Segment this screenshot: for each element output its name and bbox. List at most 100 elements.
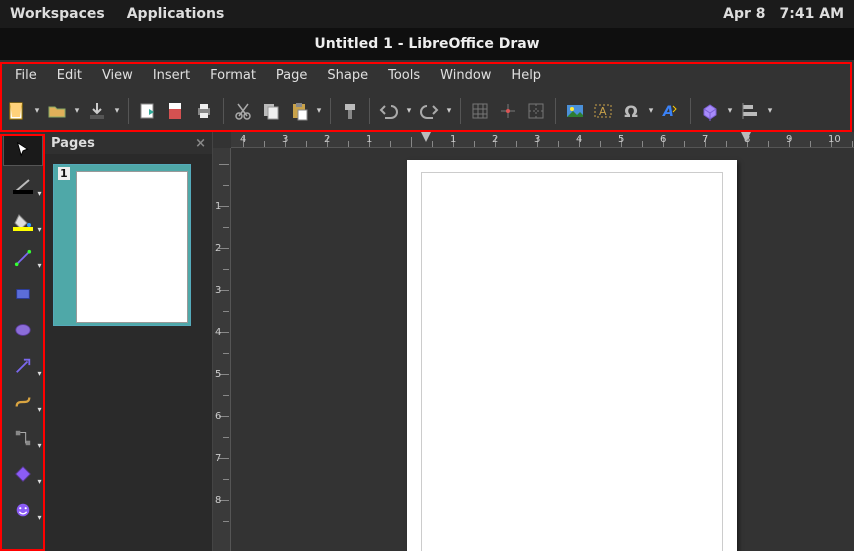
select-tool[interactable]: [3, 134, 43, 166]
undo-button[interactable]: [376, 98, 402, 124]
align-dropdown[interactable]: ▾: [765, 106, 775, 116]
rectangle-tool[interactable]: [3, 278, 43, 310]
line-color-icon: [13, 178, 33, 194]
save-button[interactable]: [84, 98, 110, 124]
menu-edit[interactable]: Edit: [48, 64, 91, 87]
vruler-label: 2: [215, 243, 221, 254]
hruler-label: 4: [576, 134, 582, 145]
standard-toolbar: ▾ ▾ ▾ ▾ ▾ ▾: [0, 90, 854, 132]
line-tool[interactable]: ▾: [3, 242, 43, 274]
drawing-canvas[interactable]: [231, 148, 854, 551]
symbol-shapes-icon: [14, 501, 32, 519]
svg-text:A: A: [662, 104, 674, 120]
main-area: ▾ ▾ ▾ ▾ ▾ ▾ ▾: [0, 132, 854, 551]
arrow-line-tool[interactable]: ▾: [3, 350, 43, 382]
align-button[interactable]: [737, 98, 763, 124]
menu-window[interactable]: Window: [431, 64, 500, 87]
special-char-dropdown[interactable]: ▾: [646, 106, 656, 116]
snap-helplines-icon: [498, 101, 518, 121]
print-button[interactable]: [191, 98, 217, 124]
hruler-label: 3: [282, 134, 288, 145]
export-icon: [138, 101, 158, 121]
menu-view[interactable]: View: [93, 64, 142, 87]
menu-format[interactable]: Format: [201, 64, 265, 87]
line-color-tool[interactable]: ▾: [3, 170, 43, 202]
page-thumbnail-1[interactable]: 1: [53, 164, 191, 326]
pages-panel-title: Pages: [51, 136, 95, 151]
new-dropdown[interactable]: ▾: [32, 106, 42, 116]
paste-dropdown[interactable]: ▾: [314, 106, 324, 116]
text-box-button[interactable]: A: [590, 98, 616, 124]
undo-icon: [379, 101, 399, 121]
vruler-label: 7: [215, 453, 221, 464]
line-icon: [14, 249, 32, 267]
connector-tool[interactable]: ▾: [3, 422, 43, 454]
basic-shapes-icon: [14, 465, 32, 483]
system-time: 7:41 AM: [780, 6, 844, 22]
grid-button[interactable]: [467, 98, 493, 124]
ellipse-icon: [14, 321, 32, 339]
paste-button[interactable]: [286, 98, 312, 124]
curve-icon: [14, 393, 32, 411]
ellipse-tool[interactable]: [3, 314, 43, 346]
copy-icon: [261, 101, 281, 121]
menu-shape[interactable]: Shape: [318, 64, 377, 87]
vruler-label: 8: [215, 495, 221, 506]
open-button[interactable]: [44, 98, 70, 124]
undo-dropdown[interactable]: ▾: [404, 106, 414, 116]
symbol-shapes-tool[interactable]: ▾: [3, 494, 43, 526]
helplines-move-button[interactable]: [523, 98, 549, 124]
system-bar: Workspaces Applications Apr 8 7:41 AM: [0, 0, 854, 28]
workspaces-menu[interactable]: Workspaces: [10, 6, 105, 22]
vruler-label: 4: [215, 327, 221, 338]
menu-file[interactable]: File: [6, 64, 46, 87]
horizontal-ruler[interactable]: 432112345678910: [231, 132, 854, 148]
canvas-area: 432112345678910 12345678: [213, 132, 854, 551]
curve-tool[interactable]: ▾: [3, 386, 43, 418]
menu-insert[interactable]: Insert: [144, 64, 199, 87]
clone-format-button[interactable]: [337, 98, 363, 124]
menu-help[interactable]: Help: [502, 64, 550, 87]
menu-page[interactable]: Page: [267, 64, 316, 87]
ruler-marker-right[interactable]: [741, 132, 751, 146]
basic-shapes-tool[interactable]: ▾: [3, 458, 43, 490]
special-char-icon: Ω: [621, 101, 641, 121]
copy-button[interactable]: [258, 98, 284, 124]
pages-panel-close[interactable]: ×: [195, 136, 206, 151]
cut-button[interactable]: [230, 98, 256, 124]
applications-menu[interactable]: Applications: [127, 6, 225, 22]
vertical-ruler[interactable]: 12345678: [213, 148, 231, 551]
export-pdf-icon: [166, 101, 186, 121]
insert-image-button[interactable]: [562, 98, 588, 124]
open-dropdown[interactable]: ▾: [72, 106, 82, 116]
svg-text:A: A: [599, 105, 607, 118]
special-char-button[interactable]: Ω: [618, 98, 644, 124]
redo-icon: [419, 101, 439, 121]
drawing-toolbar: ▾ ▾ ▾ ▾ ▾ ▾ ▾: [0, 132, 45, 551]
cut-icon: [233, 101, 253, 121]
fontwork-button[interactable]: A: [658, 98, 684, 124]
hruler-label: 7: [702, 134, 708, 145]
snap-helplines-button[interactable]: [495, 98, 521, 124]
new-button[interactable]: [4, 98, 30, 124]
export-pdf-button[interactable]: [163, 98, 189, 124]
hruler-label: 3: [534, 134, 540, 145]
insert-image-icon: [565, 101, 585, 121]
toggle-extrusion-dropdown[interactable]: ▾: [725, 106, 735, 116]
open-icon: [47, 101, 67, 121]
redo-button[interactable]: [416, 98, 442, 124]
menu-tools[interactable]: Tools: [379, 64, 429, 87]
export-button[interactable]: [135, 98, 161, 124]
redo-dropdown[interactable]: ▾: [444, 106, 454, 116]
system-date: Apr 8: [723, 6, 765, 22]
fill-color-tool[interactable]: ▾: [3, 206, 43, 238]
page-thumbnail-paper: [76, 171, 188, 323]
hruler-label: 9: [786, 134, 792, 145]
fill-color-icon: [13, 213, 33, 231]
toggle-extrusion-button[interactable]: [697, 98, 723, 124]
hruler-label: 5: [618, 134, 624, 145]
helplines-move-icon: [526, 101, 546, 121]
ruler-marker-left[interactable]: [421, 132, 431, 146]
page-margin-guide: [421, 172, 723, 551]
save-dropdown[interactable]: ▾: [112, 106, 122, 116]
